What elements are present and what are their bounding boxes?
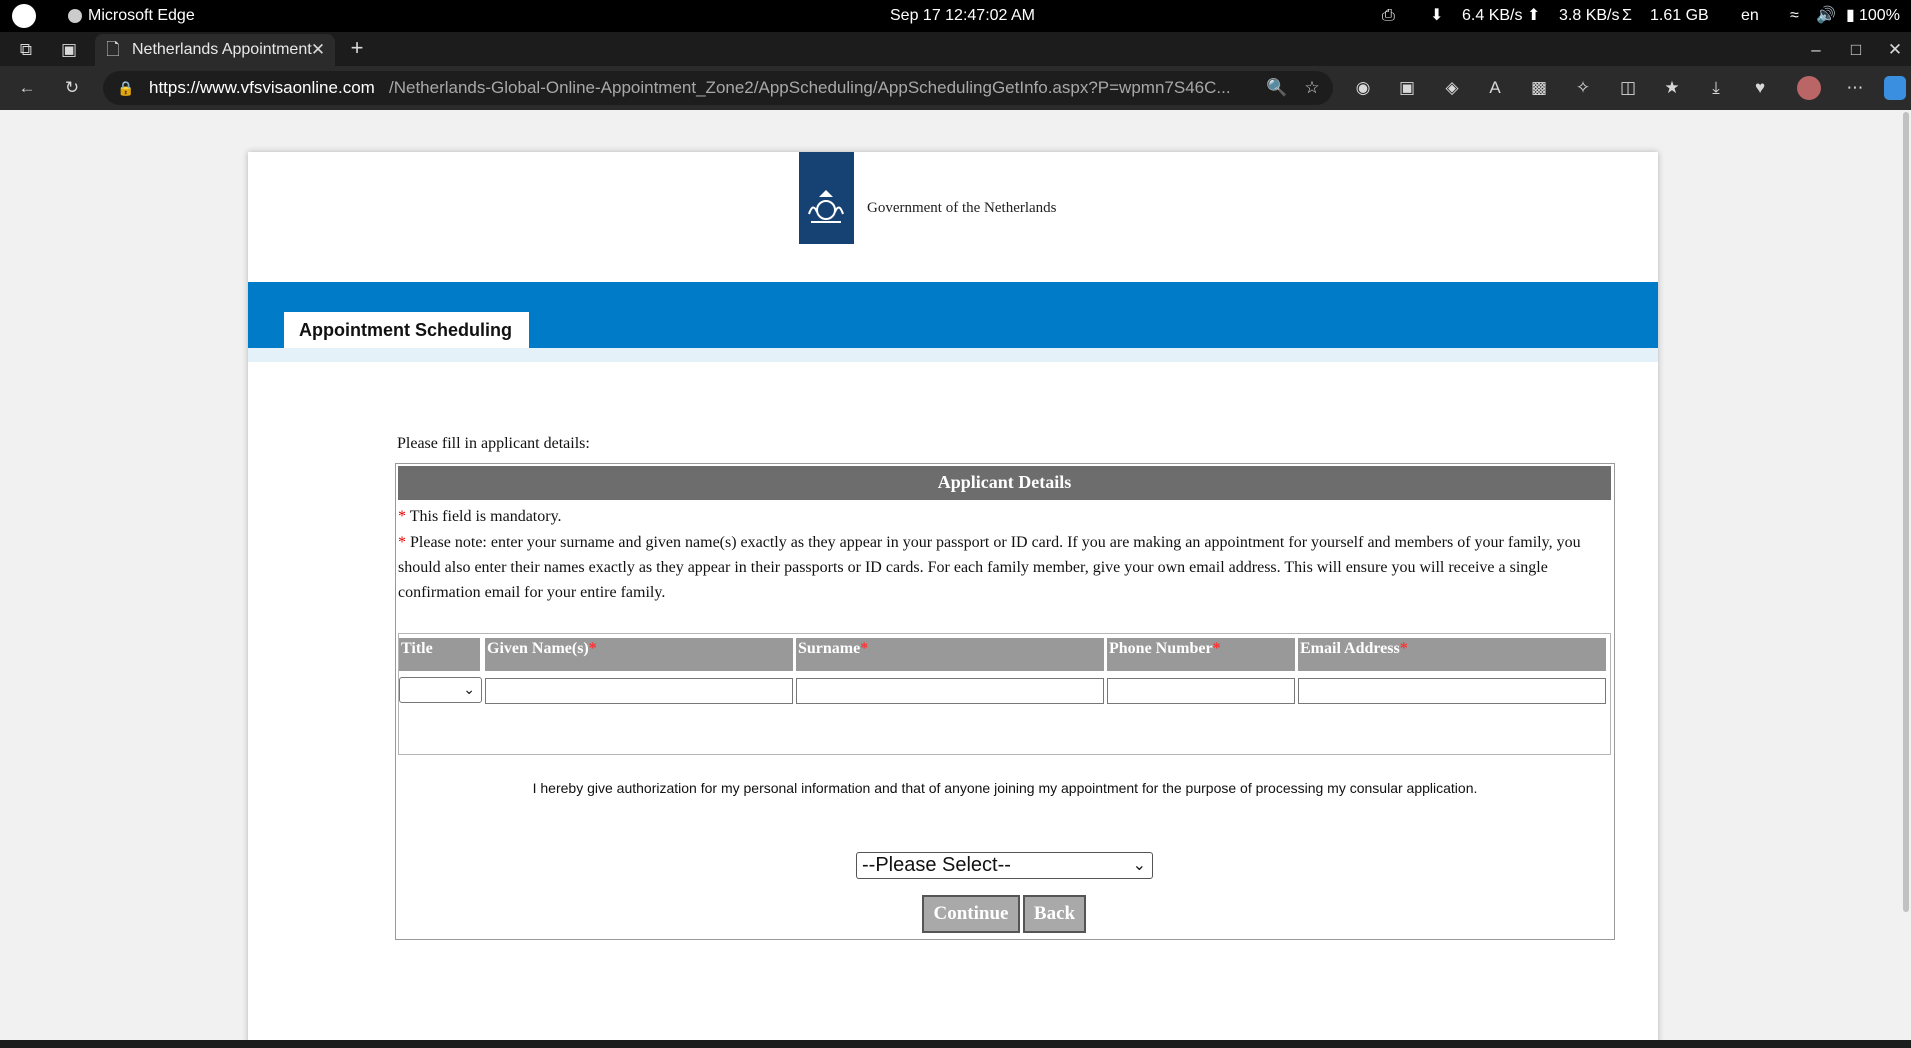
close-window-icon[interactable]: ✕ bbox=[1885, 40, 1905, 60]
required-asterisk: * bbox=[1399, 640, 1408, 657]
required-asterisk: * bbox=[1212, 640, 1221, 657]
authorization-text: I hereby give authorization for my perso… bbox=[532, 780, 1478, 796]
mandatory-note-text: This field is mandatory. bbox=[409, 508, 562, 525]
browser-toolbar: ← ↻ 🔒 https://www.vfsvisaonline.com /Net… bbox=[0, 66, 1911, 110]
memory-usage: 1.61 GB bbox=[1650, 7, 1709, 24]
passport-note-text: Please note: enter your surname and give… bbox=[398, 534, 1581, 601]
wifi-icon[interactable]: ≈ bbox=[1790, 0, 1799, 32]
coat-of-arms-icon bbox=[808, 190, 844, 223]
column-header-phone: Phone Number* bbox=[1107, 638, 1295, 671]
given-names-input[interactable] bbox=[485, 678, 793, 704]
clock[interactable]: Sep 17 12:47:02 AM bbox=[890, 0, 1035, 32]
address-bar[interactable]: 🔒 https://www.vfsvisaonline.com /Netherl… bbox=[103, 71, 1333, 105]
column-header-given-names: Given Name(s)* bbox=[485, 638, 793, 671]
required-asterisk: * bbox=[588, 640, 597, 657]
applicant-form-panel: Applicant Details * This field is mandat… bbox=[395, 463, 1615, 940]
minimize-icon[interactable]: – bbox=[1806, 40, 1826, 60]
extension-icon-1[interactable]: ◉ bbox=[1353, 78, 1373, 98]
downloads-icon[interactable]: ⤓ bbox=[1706, 78, 1726, 98]
header-light-band bbox=[248, 348, 1658, 362]
profile-avatar[interactable] bbox=[1797, 76, 1821, 100]
phone-label: Phone Number bbox=[1109, 640, 1213, 657]
edge-app-icon bbox=[68, 9, 82, 23]
required-asterisk: * bbox=[860, 640, 869, 657]
page-scrollbar-thumb[interactable] bbox=[1903, 112, 1909, 912]
required-asterisk: * bbox=[398, 534, 406, 551]
battery-level: 100% bbox=[1859, 7, 1900, 24]
volume-icon[interactable]: 🔊 bbox=[1816, 0, 1836, 32]
download-speed: 6.4 KB/s bbox=[1462, 7, 1523, 24]
surname-input[interactable] bbox=[796, 678, 1104, 704]
extension-icon-3[interactable]: ◈ bbox=[1442, 78, 1462, 98]
maximize-icon[interactable]: □ bbox=[1846, 40, 1866, 60]
consent-select-value: --Please Select-- bbox=[862, 854, 1011, 876]
applicant-details-header: Applicant Details bbox=[398, 466, 1611, 500]
split-screen-icon[interactable]: ◫ bbox=[1618, 78, 1638, 98]
extensions-puzzle-icon[interactable]: ✧ bbox=[1573, 78, 1593, 98]
browser-tab-strip: ⧉ ▣ 🗋 Netherlands Appointment ✕ + – □ ✕ bbox=[0, 32, 1911, 66]
authorization-consent-select[interactable]: --Please Select-- ⌄ bbox=[856, 852, 1153, 879]
form-intro: Please fill in applicant details: bbox=[397, 435, 590, 452]
chevron-down-icon: ⌄ bbox=[463, 681, 475, 697]
extension-icon-5[interactable]: ▩ bbox=[1529, 78, 1549, 98]
back-button[interactable]: Back bbox=[1023, 895, 1086, 933]
tab-title: Netherlands Appointment bbox=[132, 41, 312, 58]
favorite-star-icon[interactable]: ☆ bbox=[1303, 78, 1321, 98]
zoom-icon[interactable]: 🔍 bbox=[1266, 78, 1287, 98]
more-menu-icon[interactable]: ⋯ bbox=[1845, 78, 1865, 98]
translate-icon[interactable]: A bbox=[1485, 78, 1505, 98]
column-header-title: Title bbox=[399, 638, 480, 671]
favorites-icon[interactable]: ★ bbox=[1662, 78, 1682, 98]
government-name: Government of the Netherlands bbox=[867, 200, 1057, 216]
url-path: /Netherlands-Global-Online-Appointment_Z… bbox=[389, 78, 1231, 97]
web-viewport: Government of the Netherlands Appointmen… bbox=[0, 110, 1911, 1040]
download-arrow-icon: ⬇ bbox=[1430, 7, 1444, 24]
browser-tab[interactable]: 🗋 Netherlands Appointment ✕ bbox=[95, 34, 335, 66]
refresh-icon[interactable]: ↻ bbox=[61, 78, 83, 98]
upload-speed: 3.8 KB/s bbox=[1559, 7, 1620, 24]
sigma-icon: Σ bbox=[1622, 7, 1632, 24]
applicant-row-table: Title Given Name(s)* Surname* Phone Numb… bbox=[398, 633, 1611, 755]
passport-note: * Please note: enter your surname and gi… bbox=[398, 530, 1611, 605]
column-header-email: Email Address* bbox=[1298, 638, 1606, 671]
bottom-edge bbox=[0, 1040, 1911, 1048]
netherlands-coat-of-arms-logo bbox=[799, 152, 854, 244]
browser-essentials-icon[interactable]: ♥ bbox=[1750, 78, 1770, 98]
title-select[interactable]: ⌄ bbox=[399, 677, 482, 703]
phone-input[interactable] bbox=[1107, 678, 1295, 704]
new-tab-icon[interactable]: + bbox=[346, 37, 368, 59]
system-top-bar: Microsoft Edge Sep 17 12:47:02 AM ⎙ ⬇ 6.… bbox=[0, 0, 1911, 32]
column-title-label: Title bbox=[401, 640, 433, 657]
mandatory-note: * This field is mandatory. bbox=[398, 504, 1611, 529]
battery-icon[interactable]: ▮ bbox=[1846, 0, 1855, 32]
url-host: https://www.vfsvisaonline.com bbox=[149, 78, 375, 97]
surname-label: Surname bbox=[798, 640, 861, 657]
upload-arrow-icon: ⬆ bbox=[1527, 7, 1541, 24]
given-names-label: Given Name(s) bbox=[487, 640, 589, 657]
camera-extension-icon[interactable]: ▣ bbox=[1397, 78, 1417, 98]
close-tab-icon[interactable]: ✕ bbox=[310, 40, 326, 60]
appointment-scheduling-tab[interactable]: Appointment Scheduling bbox=[284, 312, 529, 348]
page-container: Government of the Netherlands Appointmen… bbox=[248, 152, 1658, 1040]
required-asterisk: * bbox=[398, 508, 406, 525]
email-input[interactable] bbox=[1298, 678, 1606, 704]
language-indicator[interactable]: en bbox=[1741, 0, 1759, 32]
fedora-logo-icon[interactable] bbox=[12, 4, 36, 28]
copilot-icon[interactable] bbox=[1884, 76, 1906, 100]
chevron-down-icon: ⌄ bbox=[1132, 857, 1146, 874]
column-header-surname: Surname* bbox=[796, 638, 1104, 671]
clipboard-icon[interactable]: ⎙ bbox=[1382, 0, 1395, 32]
continue-button[interactable]: Continue bbox=[922, 895, 1020, 933]
page-icon: 🗋 bbox=[106, 40, 120, 59]
email-label: Email Address bbox=[1300, 640, 1400, 657]
workspaces-icon[interactable]: ⧉ bbox=[15, 40, 37, 60]
back-icon[interactable]: ← bbox=[16, 78, 38, 98]
lock-icon[interactable]: 🔒 bbox=[117, 78, 134, 98]
tab-actions-icon[interactable]: ▣ bbox=[58, 40, 80, 60]
active-app-name[interactable]: Microsoft Edge bbox=[88, 0, 195, 32]
